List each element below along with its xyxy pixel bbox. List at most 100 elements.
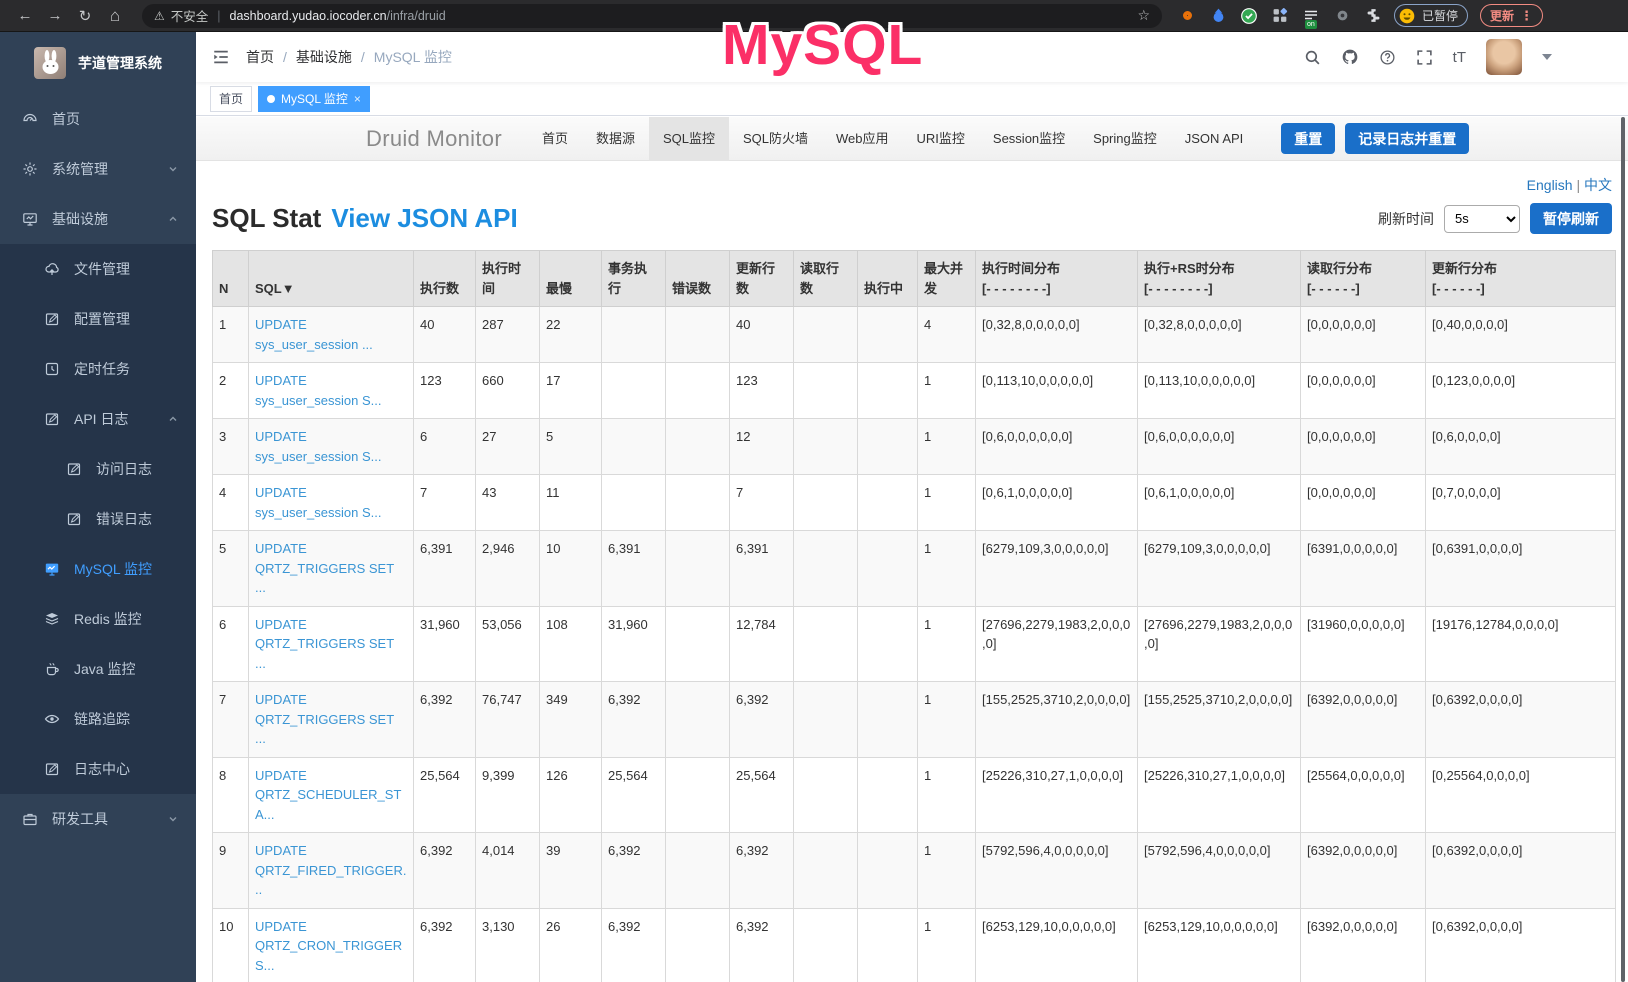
gray-extension-icon[interactable]: [1333, 7, 1351, 25]
sidebar-item-redis-monitor[interactable]: Redis 监控: [0, 594, 196, 644]
col-header-max_concurrent[interactable]: 最大并发: [918, 251, 976, 307]
cell-running: [858, 307, 918, 363]
browser-update-button[interactable]: 更新: [1480, 4, 1543, 27]
druid-nav-item[interactable]: SQL监控: [649, 117, 729, 161]
sql-link[interactable]: UPDATE QRTZ_TRIGGERS SET ...: [255, 692, 394, 746]
sidebar-item-tracing[interactable]: 链路追踪: [0, 694, 196, 744]
druid-nav-item[interactable]: JSON API: [1171, 117, 1258, 161]
sidebar-item-system[interactable]: 系统管理: [0, 144, 196, 194]
cell-exec_rs_dist: [25226,310,27,1,0,0,0,0]: [1138, 757, 1301, 833]
druid-nav-item[interactable]: 数据源: [582, 117, 649, 161]
mysql-monitor-icon: [44, 560, 62, 578]
col-header-slowest[interactable]: 最慢: [540, 251, 602, 307]
reset-button[interactable]: 重置: [1281, 123, 1335, 154]
col-header-tx_exec[interactable]: 事务执行: [602, 251, 666, 307]
avatar-caret-icon[interactable]: [1542, 54, 1552, 60]
col-header-exec_time[interactable]: 执行时间: [476, 251, 540, 307]
col-header-sql[interactable]: SQL▼: [249, 251, 414, 307]
browser-menu-icon[interactable]: [1520, 8, 1533, 24]
sql-link[interactable]: UPDATE sys_user_session S...: [255, 485, 381, 520]
col-header-exec_rs_dist[interactable]: 执行+RS时分布[- - - - - - - -]: [1138, 251, 1301, 307]
col-header-errors[interactable]: 错误数: [666, 251, 730, 307]
breadcrumb-infra[interactable]: 基础设施: [296, 47, 352, 67]
cell-update_row_dist: [19176,12784,0,0,0,0]: [1426, 606, 1616, 682]
sql-link[interactable]: UPDATE sys_user_session S...: [255, 373, 381, 408]
sidebar-item-api-logs[interactable]: API 日志: [0, 394, 196, 444]
sidebar-item-access-logs[interactable]: 访问日志: [0, 444, 196, 494]
bookmark-star-icon[interactable]: [1137, 7, 1150, 24]
cell-exec_count: 6,392: [414, 682, 476, 758]
close-icon[interactable]: [354, 92, 361, 106]
app-logo-row[interactable]: 芋道管理系统: [0, 32, 196, 94]
browser-profile-chip[interactable]: 已暂停: [1394, 4, 1468, 27]
cell-exec_time_dist: [0,6,0,0,0,0,0,0]: [976, 419, 1138, 475]
druid-nav-item[interactable]: Spring监控: [1079, 117, 1171, 161]
sidebar-item-home[interactable]: 首页: [0, 94, 196, 144]
sql-link[interactable]: UPDATE sys_user_session ...: [255, 317, 373, 352]
col-header-exec_count[interactable]: 执行数: [414, 251, 476, 307]
orange-extension-icon[interactable]: [1178, 7, 1196, 25]
sidebar-item-config-management[interactable]: 配置管理: [0, 294, 196, 344]
sidebar-item-mysql-monitor[interactable]: MySQL 监控: [0, 544, 196, 594]
breadcrumb-home[interactable]: 首页: [246, 47, 274, 67]
druid-nav-item[interactable]: 首页: [528, 117, 582, 161]
sql-link[interactable]: UPDATE QRTZ_FIRED_TRIGGER...: [255, 843, 406, 897]
sidebar-item-file-management[interactable]: 文件管理: [0, 244, 196, 294]
blocks-extension-icon[interactable]: [1271, 7, 1289, 25]
security-label[interactable]: 不安全: [171, 6, 209, 25]
view-json-api-link[interactable]: View JSON API: [331, 203, 517, 233]
user-avatar[interactable]: [1486, 39, 1522, 75]
browser-forward-icon[interactable]: [40, 3, 70, 29]
page-heading-row: SQL StatView JSON API 刷新时间 5s 暂停刷新: [212, 203, 1612, 234]
druid-nav-item[interactable]: URI监控: [903, 117, 979, 161]
sql-link[interactable]: UPDATE QRTZ_TRIGGERS SET ...: [255, 617, 394, 671]
sidebar-item-java-monitor[interactable]: Java 监控: [0, 644, 196, 694]
sidebar-item-dev-tools[interactable]: 研发工具: [0, 794, 196, 844]
druid-nav-item[interactable]: Web应用: [822, 117, 903, 161]
sidebar-item-scheduled-jobs[interactable]: 定时任务: [0, 344, 196, 394]
sidebar-item-error-logs[interactable]: 错误日志: [0, 494, 196, 544]
url-bar[interactable]: 不安全 | dashboard.yudao.iocoder.cn /infra/…: [142, 4, 1162, 28]
log-and-reset-button[interactable]: 记录日志并重置: [1345, 123, 1469, 154]
lang-english-link[interactable]: English: [1527, 177, 1573, 193]
tag-label: 首页: [219, 90, 243, 107]
github-icon[interactable]: [1341, 48, 1359, 66]
list-extension-icon[interactable]: on: [1302, 7, 1320, 25]
green-check-extension-icon[interactable]: [1240, 7, 1258, 25]
druid-nav-item[interactable]: Session监控: [979, 117, 1079, 161]
col-header-read_rows[interactable]: 读取行数: [794, 251, 858, 307]
content-scrollbar[interactable]: [1621, 117, 1625, 982]
cell-exec_count: 7: [414, 475, 476, 531]
col-header-update_row_dist[interactable]: 更新行分布[- - - - - -]: [1426, 251, 1616, 307]
cell-errors: [666, 757, 730, 833]
sql-link[interactable]: UPDATE QRTZ_SCHEDULER_STA...: [255, 768, 401, 822]
extensions-puzzle-icon[interactable]: [1364, 7, 1382, 25]
fullscreen-icon[interactable]: [1416, 49, 1433, 66]
browser-reload-icon[interactable]: [70, 3, 100, 29]
sql-link[interactable]: UPDATE QRTZ_CRON_TRIGGERS...: [255, 919, 402, 973]
sidebar-item-infra[interactable]: 基础设施: [0, 194, 196, 244]
browser-home-icon[interactable]: [100, 3, 130, 29]
tag-home[interactable]: 首页: [210, 86, 252, 112]
refresh-interval-select[interactable]: 5s: [1444, 205, 1520, 233]
font-size-icon[interactable]: [1453, 49, 1466, 66]
search-icon[interactable]: [1304, 49, 1321, 66]
hamburger-icon[interactable]: [212, 48, 230, 66]
sql-link[interactable]: UPDATE sys_user_session S...: [255, 429, 381, 464]
lang-chinese-link[interactable]: 中文: [1584, 177, 1612, 193]
page-title: SQL StatView JSON API: [212, 203, 518, 234]
druid-nav-item[interactable]: SQL防火墙: [729, 117, 822, 161]
sidebar-item-log-center[interactable]: 日志中心: [0, 744, 196, 794]
col-header-running[interactable]: 执行中: [858, 251, 918, 307]
col-header-n[interactable]: N: [213, 251, 249, 307]
tag-mysql-monitor[interactable]: MySQL 监控: [258, 86, 370, 112]
col-header-exec_time_dist[interactable]: 执行时间分布[- - - - - - - -]: [976, 251, 1138, 307]
browser-back-icon[interactable]: [10, 3, 40, 29]
blue-drop-extension-icon[interactable]: [1209, 7, 1227, 25]
col-header-read_row_dist[interactable]: 读取行分布[- - - - - -]: [1301, 251, 1426, 307]
cell-tx_exec: 25,564: [602, 757, 666, 833]
help-icon[interactable]: [1379, 49, 1396, 66]
pause-refresh-button[interactable]: 暂停刷新: [1530, 203, 1612, 234]
col-header-update_rows[interactable]: 更新行数: [730, 251, 794, 307]
sql-link[interactable]: UPDATE QRTZ_TRIGGERS SET ...: [255, 541, 394, 595]
